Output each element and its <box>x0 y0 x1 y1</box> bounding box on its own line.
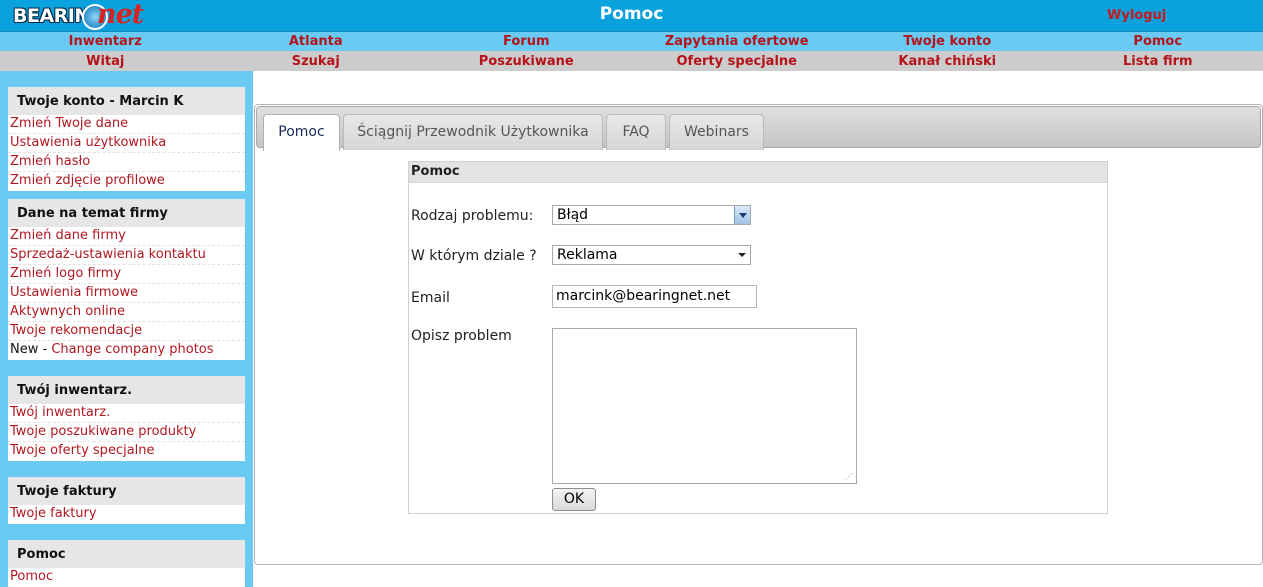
sidebar-item-special-offers[interactable]: Twoje oferty specjalne <box>8 442 245 461</box>
sidebar-item-recommendations[interactable]: Twoje rekomendacje <box>8 322 245 341</box>
nav-account[interactable]: Twoje konto <box>842 34 1053 49</box>
primary-nav: Inwentarz Atlanta Forum Zapytania oferto… <box>0 32 1263 51</box>
nav-search[interactable]: Szukaj <box>211 54 422 69</box>
problem-type-value: Błąd <box>557 207 589 223</box>
sidebar-item-sales-contact[interactable]: Sprzedaż-ustawienia kontaktu <box>8 246 245 265</box>
company-photos-link[interactable]: Change company photos <box>51 342 213 357</box>
chevron-down-icon <box>738 253 746 257</box>
header-bar: BEARING net Pomoc Wyloguj <box>0 0 1263 32</box>
new-label: New - <box>10 342 52 357</box>
secondary-nav: Witaj Szukaj Poszukiwane Oferty specjaln… <box>0 51 1263 71</box>
sidebar-item-help[interactable]: Pomoc <box>8 568 245 587</box>
sidebar-section-invoices: Twoje faktury Twoje faktury <box>8 477 245 524</box>
nav-wanted[interactable]: Poszukiwane <box>421 54 632 69</box>
tab-webinars[interactable]: Webinars <box>669 114 764 150</box>
sidebar-section-title: Twoje faktury <box>8 477 245 505</box>
email-field[interactable]: marcink@bearingnet.net <box>552 285 757 308</box>
sidebar-section-company: Dane na temat firmy Zmień dane firmy Spr… <box>8 199 245 360</box>
department-select[interactable]: Reklama <box>552 245 751 265</box>
nav-china-channel[interactable]: Kanał chiński <box>842 54 1053 69</box>
chevron-down-icon[interactable] <box>734 206 750 224</box>
nav-help[interactable]: Pomoc <box>1053 34 1263 49</box>
sidebar-item-change-password[interactable]: Zmień hasło <box>8 153 245 172</box>
resize-grip-icon[interactable]: ⋰ <box>845 472 853 481</box>
sidebar-item-edit-company[interactable]: Zmień dane firmy <box>8 227 245 246</box>
sidebar-section-title: Twoje konto - Marcin K <box>8 87 245 115</box>
nav-company-list[interactable]: Lista firm <box>1053 54 1263 69</box>
sidebar-item-company-photos: New - Change company photos <box>8 341 245 360</box>
tab-faq[interactable]: FAQ <box>606 114 666 150</box>
sidebar-item-company-logo[interactable]: Zmień logo firmy <box>8 265 245 284</box>
sidebar-section-account: Twoje konto - Marcin K Zmień Twoje dane … <box>8 87 245 191</box>
sidebar-section-title: Dane na temat firmy <box>8 199 245 227</box>
form-title: Pomoc <box>409 162 1107 183</box>
sidebar-item-online-users[interactable]: Aktywnych online <box>8 303 245 322</box>
department-value: Reklama <box>557 247 618 263</box>
sidebar-item-edit-data[interactable]: Zmień Twoje dane <box>8 115 245 134</box>
tab-download-guide[interactable]: Ściągnij Przewodnik Użytkownika <box>343 114 603 150</box>
logout-link[interactable]: Wyloguj <box>1107 8 1166 23</box>
description-textarea[interactable]: ⋰ <box>552 328 857 484</box>
sidebar-section-inventory: Twój inwentarz. Twój inwentarz. Twoje po… <box>8 376 245 461</box>
nav-rfq[interactable]: Zapytania ofertowe <box>632 34 843 49</box>
sidebar: Twoje konto - Marcin K Zmień Twoje dane … <box>0 71 253 587</box>
help-form: Pomoc Rodzaj problemu: Błąd W którym dzi… <box>408 161 1108 514</box>
submit-button[interactable]: OK <box>552 488 596 511</box>
nav-inventory[interactable]: Inwentarz <box>0 34 211 49</box>
sidebar-item-inventory[interactable]: Twój inwentarz. <box>8 404 245 423</box>
sidebar-item-company-settings[interactable]: Ustawienia firmowe <box>8 284 245 303</box>
description-label: Opisz problem <box>411 328 512 344</box>
sidebar-item-invoices[interactable]: Twoje faktury <box>8 505 245 524</box>
tab-strip: Pomoc Ściągnij Przewodnik Użytkownika FA… <box>256 106 1261 151</box>
problem-type-label: Rodzaj problemu: <box>411 208 534 224</box>
email-label: Email <box>411 290 450 306</box>
page-title: Pomoc <box>599 4 664 24</box>
department-label: W którym dziale ? <box>411 248 537 264</box>
nav-atlanta[interactable]: Atlanta <box>211 34 422 49</box>
sidebar-item-change-photo[interactable]: Zmień zdjęcie profilowe <box>8 172 245 191</box>
nav-forum[interactable]: Forum <box>421 34 632 49</box>
sidebar-section-title: Twój inwentarz. <box>8 376 245 404</box>
sidebar-item-wanted-products[interactable]: Twoje poszukiwane produkty <box>8 423 245 442</box>
sidebar-section-help: Pomoc Pomoc <box>8 540 245 587</box>
problem-type-select[interactable]: Błąd <box>552 205 751 225</box>
sidebar-item-user-settings[interactable]: Ustawienia użytkownika <box>8 134 245 153</box>
tab-help[interactable]: Pomoc <box>263 114 340 151</box>
sidebar-section-title: Pomoc <box>8 540 245 568</box>
nav-special-offers[interactable]: Oferty specjalne <box>632 54 843 69</box>
nav-welcome[interactable]: Witaj <box>0 54 211 69</box>
